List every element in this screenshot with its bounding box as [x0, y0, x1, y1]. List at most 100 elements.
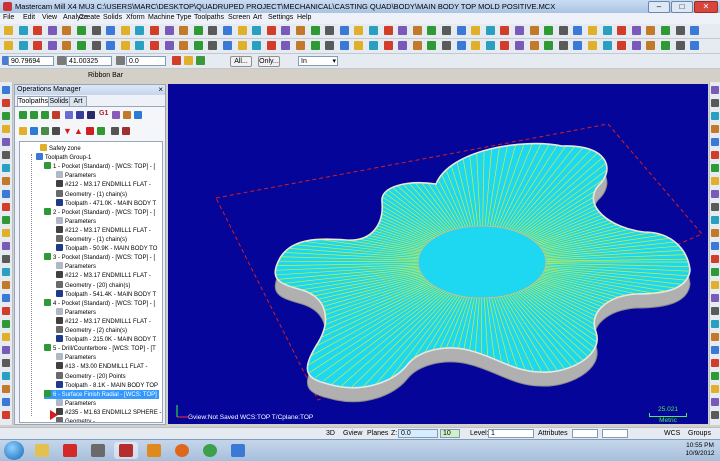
toolbar-tool-icon[interactable] — [77, 41, 86, 50]
left-tool-icon[interactable] — [2, 255, 10, 263]
toolbar-tool-icon[interactable] — [62, 26, 72, 35]
menu-create[interactable]: Create — [79, 14, 100, 21]
lock-icon[interactable] — [19, 127, 27, 135]
toolbar-tool-icon[interactable] — [354, 41, 364, 50]
toolbar-tool-icon[interactable] — [442, 26, 451, 35]
left-tool-icon[interactable] — [2, 190, 10, 198]
menu-xform[interactable]: Xform — [126, 14, 145, 21]
tree-item[interactable]: Toolpath - 215.0K - MAIN BODY T — [56, 335, 156, 344]
tree-operation[interactable]: 6 - Surface Finish Radial - [WCS: TOP] — [44, 389, 159, 399]
toolbar-tool-icon[interactable] — [602, 41, 612, 50]
menu-solids[interactable]: Solids — [103, 14, 122, 21]
toolbar-tool-icon[interactable] — [33, 41, 43, 50]
toolbar-tool-icon[interactable] — [369, 41, 378, 50]
toolbar-tool-icon[interactable] — [339, 41, 349, 50]
right-tool-icon[interactable] — [711, 255, 719, 263]
attributes-button[interactable]: Attributes — [538, 429, 568, 439]
left-tool-icon[interactable] — [2, 359, 10, 367]
toolbar-tool-icon[interactable] — [690, 41, 700, 50]
tree-item[interactable]: Geometry - (20) Points — [56, 371, 126, 381]
toolbar-tool-icon[interactable] — [675, 41, 685, 50]
toolbar-tool-icon[interactable] — [4, 41, 13, 50]
right-tool-icon[interactable] — [711, 359, 719, 367]
tree-operation[interactable]: 2 - Pocket (Standard) - [WCS: TOP] - [ — [44, 207, 155, 217]
toolbar-tool-icon[interactable] — [544, 26, 554, 35]
toolbar-tool-icon[interactable] — [62, 41, 72, 50]
gview-button[interactable]: Gview — [343, 429, 362, 439]
right-tool-icon[interactable] — [711, 125, 719, 133]
left-tool-icon[interactable] — [2, 86, 10, 94]
move-up-icon[interactable]: ▲ — [74, 126, 83, 136]
expand-icon[interactable] — [52, 127, 60, 135]
left-tool-icon[interactable] — [2, 268, 10, 276]
insert-marker-icon[interactable] — [50, 410, 58, 420]
help-icon[interactable] — [134, 111, 142, 119]
toolbar-tool-icon[interactable] — [150, 41, 159, 50]
tree-item[interactable]: Safety zone — [40, 144, 81, 153]
toolbar-tool-icon[interactable] — [675, 26, 685, 35]
toolbar-tool-icon[interactable] — [193, 26, 203, 35]
tree-item[interactable]: #212 - M3.17 ENDMILL1 FLAT - — [56, 271, 151, 280]
menu-help[interactable]: Help — [297, 14, 311, 21]
tree-item[interactable]: Geometry - — [56, 417, 95, 422]
right-tool-icon[interactable] — [711, 268, 719, 276]
explorer-icon[interactable] — [30, 442, 54, 459]
menu-toolpaths[interactable]: Toolpaths — [194, 14, 224, 21]
line-style-select[interactable] — [572, 429, 598, 438]
tree-item[interactable]: Toolpath - 8.1K - MAIN BODY TOP — [56, 380, 158, 390]
toolbar-tool-icon[interactable] — [281, 26, 291, 35]
toolbar-tool-icon[interactable] — [485, 26, 495, 35]
right-tool-icon[interactable] — [711, 411, 719, 419]
toolbar-tool-icon[interactable] — [18, 41, 28, 50]
toolbar-tool-icon[interactable] — [631, 41, 641, 50]
toolbar-tool-icon[interactable] — [120, 41, 130, 50]
toolbar-tool-icon[interactable] — [383, 41, 393, 50]
tree-item[interactable]: #13 - M3.00 ENDMILL1 FLAT - — [56, 362, 147, 371]
left-tool-icon[interactable] — [2, 138, 10, 146]
y-lock-icon[interactable] — [57, 56, 66, 65]
firefox-icon[interactable] — [170, 442, 194, 459]
toolbar-tool-icon[interactable] — [106, 26, 116, 35]
toolbar-tool-icon[interactable] — [456, 26, 466, 35]
mastercam-icon[interactable] — [114, 442, 138, 459]
right-tool-icon[interactable] — [711, 229, 719, 237]
right-tool-icon[interactable] — [711, 203, 719, 211]
fast-point-icon[interactable] — [172, 56, 181, 65]
left-tool-icon[interactable] — [2, 398, 10, 406]
toolbar-tool-icon[interactable] — [47, 26, 57, 35]
tree-operation[interactable]: 3 - Pocket (Standard) - [WCS: TOP] - [ — [44, 253, 155, 262]
left-tool-icon[interactable] — [2, 229, 10, 237]
toolbar-tool-icon[interactable] — [690, 26, 700, 35]
toolbar-tool-icon[interactable] — [33, 26, 43, 35]
right-tool-icon[interactable] — [711, 242, 719, 250]
toolbar-tool-icon[interactable] — [602, 26, 612, 35]
left-tool-icon[interactable] — [2, 281, 10, 289]
toolbar-tool-icon[interactable] — [485, 41, 495, 50]
left-tool-icon[interactable] — [2, 320, 10, 328]
backplot-icon[interactable] — [65, 111, 73, 119]
right-tool-icon[interactable] — [711, 86, 719, 94]
right-tool-icon[interactable] — [711, 385, 719, 393]
select-all-ops-icon[interactable] — [19, 111, 27, 119]
toolbar-tool-icon[interactable] — [325, 26, 335, 35]
insert-arrow-icon[interactable] — [86, 127, 94, 135]
z-depth-field[interactable]: 0.0 — [398, 429, 438, 438]
tree-item[interactable]: Geometry - (2) chain(s) — [56, 326, 127, 335]
toolbar-tool-icon[interactable] — [164, 41, 174, 50]
tree-item[interactable]: Toolpath Group-1 — [36, 153, 91, 162]
close-panel-icon[interactable]: × — [158, 85, 163, 95]
tree-item[interactable]: Toolpath - 50.9K - MAIN BODY TO — [56, 244, 157, 253]
only-button[interactable]: Only... — [258, 56, 280, 67]
toolbar-tool-icon[interactable] — [179, 41, 189, 50]
toolbar-tool-icon[interactable] — [18, 26, 28, 35]
toolbar-tool-icon[interactable] — [412, 26, 422, 35]
toolbar-tool-icon[interactable] — [617, 26, 627, 35]
toolbar-tool-icon[interactable] — [573, 41, 583, 50]
right-tool-icon[interactable] — [711, 372, 719, 380]
toolbar-tool-icon[interactable] — [383, 26, 393, 35]
right-tool-icon[interactable] — [711, 112, 719, 120]
selection-mode-select[interactable]: In — [298, 56, 338, 66]
regenerate-dirty-icon[interactable] — [52, 111, 60, 119]
tree-operation[interactable]: 4 - Pocket (Standard) - [WCS: TOP] - [ — [44, 298, 155, 308]
toolbar-tool-icon[interactable] — [500, 26, 510, 35]
